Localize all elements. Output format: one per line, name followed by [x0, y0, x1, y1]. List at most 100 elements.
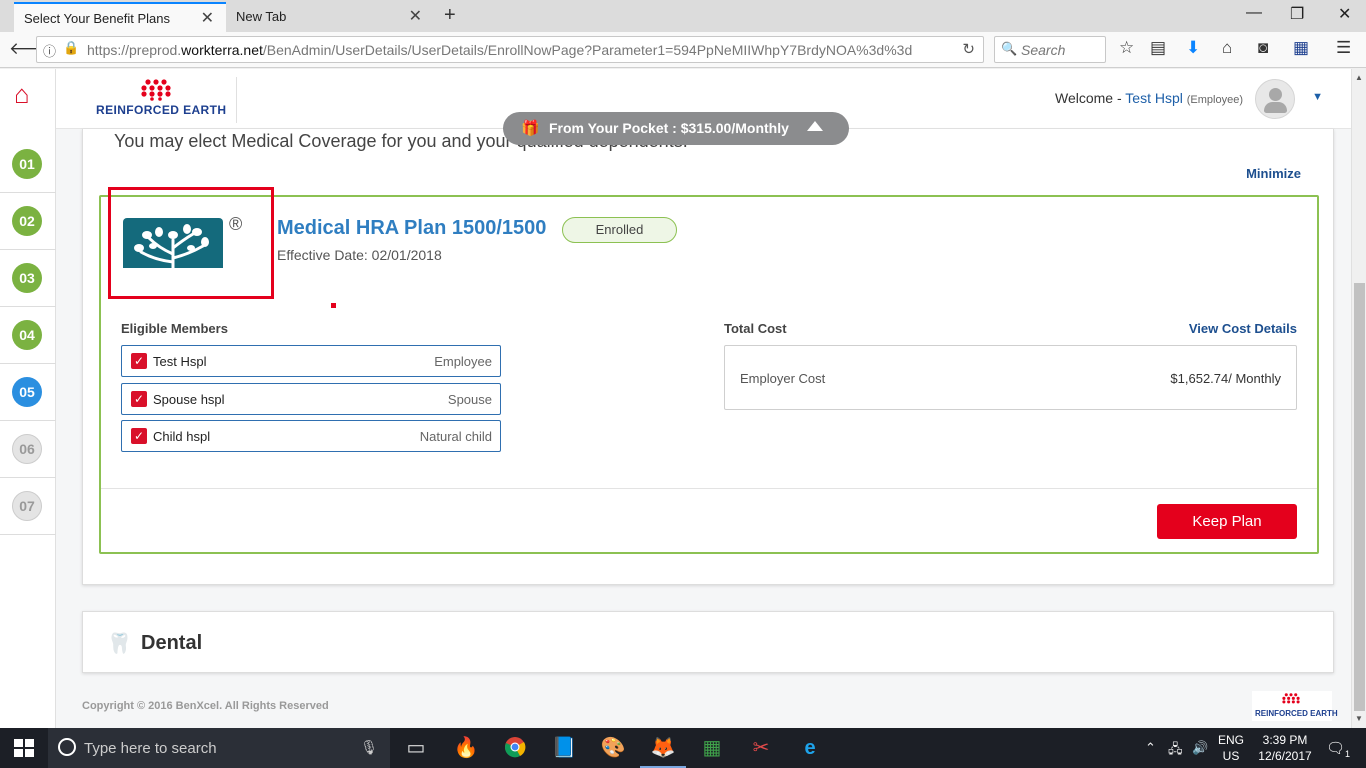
system-clock[interactable]: 3:39 PM 12/6/2017 [1246, 732, 1324, 764]
notification-count: 1 [1345, 749, 1351, 759]
library-icon[interactable]: ▤ [1150, 38, 1166, 58]
step-sidebar: ⌂ 01 02 03 04 05 06 07 [0, 69, 56, 728]
bookmark-star-icon[interactable]: ☆ [1119, 38, 1134, 58]
spreadsheet-app-icon[interactable]: ▦ [699, 736, 725, 760]
show-hidden-icons-icon[interactable]: ⌃ [1145, 740, 1156, 756]
step-number: 04 [12, 320, 42, 350]
welcome-text: Welcome - Test Hspl (Employee) [1054, 90, 1243, 106]
cost-box: Employer Cost $1,652.74/ Monthly [724, 345, 1297, 410]
tab-label: New Tab [236, 9, 287, 24]
step-number: 02 [12, 206, 42, 236]
language-indicator[interactable]: ENG US [1218, 732, 1244, 764]
step-04[interactable]: 04 [0, 307, 56, 364]
total-cost-title: Total Cost [724, 321, 787, 336]
medical-plan-card: ® Medical HRA Plan 1500/1500 Effective D… [99, 187, 1319, 554]
download-icon[interactable]: ⬇ [1186, 38, 1200, 58]
url-text: https://preprod.workterra.net/BenAdmin/U… [87, 42, 913, 58]
employer-cost-label: Employer Cost [740, 371, 826, 386]
screen: Select Your Benefit Plans ✕ New Tab ✕ + … [0, 0, 1366, 768]
reload-icon[interactable]: ↻ [962, 40, 975, 58]
info-icon[interactable]: ⓘ [43, 41, 56, 60]
user-name-link[interactable]: Test Hspl [1125, 90, 1183, 106]
step-05[interactable]: 05 [0, 364, 56, 421]
user-icon [1269, 88, 1282, 101]
network-icon[interactable]: 🖧 [1168, 740, 1183, 762]
eligible-members-title: Eligible Members [121, 321, 228, 336]
lock-icon: 🔒 [63, 40, 80, 55]
dental-section[interactable]: 🦷 Dental [82, 611, 1334, 673]
tab-label: Select Your Benefit Plans [24, 11, 170, 26]
close-tab-icon[interactable]: ✕ [201, 8, 214, 28]
view-cost-details-link[interactable]: View Cost Details [1189, 321, 1297, 336]
chrome-icon[interactable] [502, 736, 528, 760]
member-relation: Natural child [419, 429, 492, 444]
scroll-down-icon[interactable]: ▼ [1355, 714, 1363, 723]
logo-dots-icon [1282, 693, 1300, 704]
microphone-icon[interactable]: 🎙 [360, 739, 378, 756]
checkbox-checked-icon[interactable]: ✓ [131, 428, 147, 444]
volume-icon[interactable]: 🔊 [1192, 740, 1208, 756]
tab-select-benefit-plans[interactable]: Select Your Benefit Plans ✕ [14, 2, 226, 32]
step-03[interactable]: 03 [0, 250, 56, 307]
plan-name[interactable]: Medical HRA Plan 1500/1500 [277, 217, 546, 240]
step-01[interactable]: 01 [0, 136, 56, 193]
chevron-up-icon [807, 121, 823, 131]
browser-search-input[interactable]: 🔍 Search [994, 36, 1106, 63]
step-07[interactable]: 07 [0, 478, 56, 535]
keep-plan-button[interactable]: Keep Plan [1157, 504, 1297, 539]
close-tab-icon[interactable]: ✕ [409, 6, 422, 26]
member-row[interactable]: ✓ Test Hspl Employee [121, 345, 501, 377]
step-number: 03 [12, 263, 42, 293]
tab-new-tab[interactable]: New Tab ✕ [226, 2, 434, 32]
scroll-up-icon[interactable]: ▲ [1355, 73, 1363, 82]
member-relation: Employee [434, 354, 492, 369]
minimize-window-icon[interactable]: — [1246, 4, 1262, 22]
checkbox-checked-icon[interactable]: ✓ [131, 390, 147, 407]
member-name: Spouse hspl [153, 391, 225, 407]
footer-logo: REINFORCED EARTH [1252, 691, 1338, 721]
member-name: Test Hspl [153, 354, 207, 369]
medical-section: You may elect Medical Coverage for you a… [82, 129, 1334, 585]
member-name: Child hspl [153, 429, 211, 444]
member-row[interactable]: ✓ Child hspl Natural child [121, 420, 501, 452]
scrollbar-thumb[interactable] [1354, 283, 1365, 711]
restore-window-icon[interactable]: ❐ [1290, 4, 1304, 24]
app-flame-icon[interactable]: 🔥 [453, 736, 479, 760]
app-area: ⌂ 01 02 03 04 05 06 07 REINFORCED EARTH Welcom… [0, 69, 1366, 728]
status-badge: Enrolled [562, 217, 677, 243]
user-role: (Employee) [1186, 94, 1243, 106]
step-number: 06 [12, 434, 42, 464]
menu-icon[interactable]: ☰ [1336, 38, 1351, 58]
snipping-tool-icon[interactable]: ✂ [748, 736, 774, 760]
new-tab-icon[interactable]: + [444, 4, 456, 27]
copyright-text: Copyright © 2016 BenXcel. All Rights Res… [82, 700, 329, 712]
step-06[interactable]: 06 [0, 421, 56, 478]
internet-explorer-icon[interactable]: e [797, 736, 823, 760]
notes-app-icon[interactable]: 📘 [551, 736, 577, 760]
paint-icon[interactable]: 🎨 [600, 736, 626, 760]
member-relation: Spouse [447, 391, 492, 407]
taskbar-search-input[interactable]: Type here to search 🎙 [48, 728, 390, 768]
page-scrollbar[interactable]: ▲ ▼ [1351, 69, 1366, 728]
from-your-pocket-button[interactable]: 🎁 From Your Pocket : $315.00/Monthly [503, 112, 849, 145]
checkbox-checked-icon[interactable]: ✓ [131, 353, 147, 369]
url-bar[interactable]: ⓘ 🔒 https://preprod.workterra.net/BenAdm… [36, 36, 984, 63]
action-center-icon[interactable]: 🗨1 [1326, 739, 1350, 759]
divider [101, 488, 1317, 489]
windows-start-icon[interactable] [14, 739, 34, 757]
pocket-icon[interactable]: ◙ [1258, 38, 1268, 58]
tooth-icon: 🦷 [107, 633, 132, 655]
home-icon[interactable]: ⌂ [1222, 38, 1232, 58]
close-window-icon[interactable]: ✕ [1338, 4, 1351, 24]
avatar[interactable] [1255, 79, 1295, 119]
step-02[interactable]: 02 [0, 193, 56, 250]
firefox-icon[interactable]: 🦊 [640, 736, 686, 768]
cortana-icon [58, 738, 76, 756]
home-icon[interactable]: ⌂ [14, 79, 30, 110]
minimize-link[interactable]: Minimize [1246, 166, 1301, 181]
new-extension-icon[interactable]: ▦ [1293, 38, 1309, 58]
red-dot-marker [331, 303, 336, 308]
task-view-icon[interactable]: ▭ [403, 736, 429, 760]
member-row[interactable]: ✓ Spouse hspl Spouse [121, 382, 501, 415]
chevron-down-icon[interactable]: ▼ [1312, 91, 1323, 103]
